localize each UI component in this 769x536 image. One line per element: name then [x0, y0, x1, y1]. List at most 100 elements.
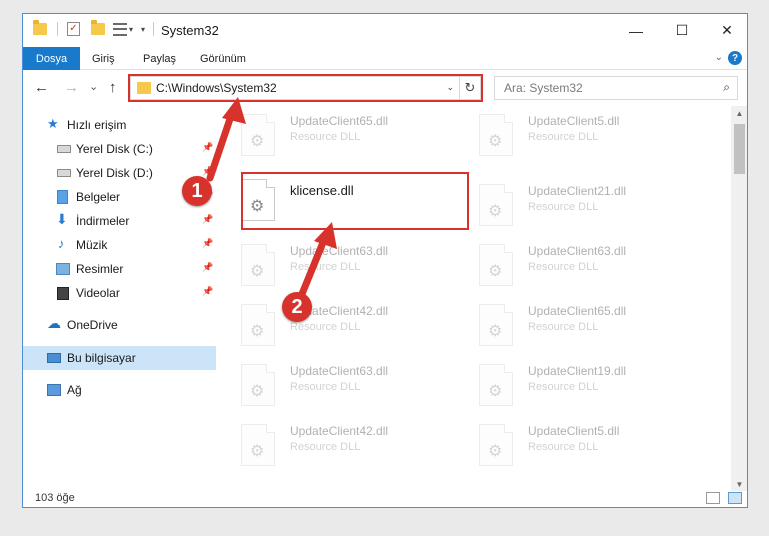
properties-icon[interactable] — [113, 22, 127, 36]
dll-file-icon: ⚙ — [479, 114, 513, 156]
maximize-button[interactable]: ☐ — [659, 14, 705, 47]
folder-icon[interactable] — [33, 20, 47, 35]
file-item[interactable]: ⚙ UpdateClient42.dll Resource DLL — [223, 416, 453, 468]
file-item[interactable]: ⚙ UpdateClient63.dll Resource DLL — [223, 236, 453, 288]
address-highlight-box — [128, 74, 483, 102]
cloud-icon: ☁ — [47, 315, 61, 331]
customize-quick-access-icon[interactable]: ▾ — [141, 25, 145, 34]
file-name: UpdateClient65.dll — [528, 304, 627, 318]
pictures-icon — [56, 263, 70, 275]
sidebar-item-label: Belgeler — [76, 190, 121, 204]
properties-check-icon[interactable]: ✓ — [67, 22, 80, 36]
sidebar-item-label: Müzik — [76, 238, 108, 252]
ribbon: Dosya Giriş Paylaş Görünüm ⌄ ? — [23, 47, 747, 70]
file-name: UpdateClient19.dll — [528, 364, 627, 378]
videos-icon — [57, 287, 69, 300]
separator — [153, 22, 155, 36]
drive-icon — [57, 145, 71, 153]
file-item[interactable]: ⚙ UpdateClient65.dll Resource DLL — [461, 296, 691, 348]
chevron-down-icon[interactable]: ▾ — [129, 25, 133, 34]
navigation-pane: ★ Hızlı erişim Yerel Disk (C:) 📌 Yerel D… — [23, 106, 216, 491]
dll-file-icon: ⚙ — [241, 244, 275, 286]
details-view-icon[interactable] — [706, 492, 720, 504]
large-icons-view-icon[interactable] — [728, 492, 742, 504]
file-type: Resource DLL — [528, 261, 599, 273]
search-box[interactable]: Ara: System32 ⌕ — [494, 76, 738, 100]
separator — [57, 22, 58, 36]
back-button[interactable]: ← — [34, 79, 49, 96]
sidebar-item-label: İndirmeler — [76, 214, 130, 228]
sidebar-item-quick-access[interactable]: ★ Hızlı erişim — [23, 113, 216, 137]
sidebar-item-videos[interactable]: Videolar 📌 — [23, 281, 216, 305]
file-highlight-box — [241, 172, 469, 230]
pin-icon: 📌 — [202, 166, 214, 176]
gear-icon: ⚙ — [488, 263, 503, 280]
file-name: UpdateClient21.dll — [528, 184, 627, 198]
pin-icon: 📌 — [202, 214, 214, 224]
tab-file[interactable]: Dosya — [23, 47, 80, 70]
file-name: UpdateClient42.dll — [290, 424, 389, 438]
help-icon[interactable]: ? — [728, 51, 742, 65]
file-type: Resource DLL — [290, 321, 361, 333]
sidebar-item-onedrive[interactable]: ☁ OneDrive — [23, 313, 216, 337]
scroll-down-arrow-icon[interactable]: ▼ — [731, 477, 747, 491]
sidebar-item-local-disk-c[interactable]: Yerel Disk (C:) 📌 — [23, 137, 216, 161]
gear-icon: ⚙ — [250, 323, 265, 340]
sidebar-item-label: Yerel Disk (D:) — [76, 166, 153, 180]
network-icon — [47, 384, 61, 396]
file-item[interactable]: ⚙ UpdateClient5.dll Resource DLL — [461, 416, 691, 468]
gear-icon: ⚙ — [488, 443, 503, 460]
gear-icon: ⚙ — [250, 263, 265, 280]
sidebar-item-this-pc[interactable]: Bu bilgisayar — [23, 346, 216, 370]
tab-share[interactable]: Paylaş — [143, 47, 176, 70]
file-name: UpdateClient63.dll — [290, 244, 389, 258]
file-name: UpdateClient63.dll — [528, 244, 627, 258]
expand-ribbon-icon[interactable]: ⌄ — [715, 52, 723, 63]
pin-icon: 📌 — [202, 286, 214, 296]
gear-icon: ⚙ — [250, 443, 265, 460]
file-type: Resource DLL — [528, 131, 599, 143]
dll-file-icon: ⚙ — [241, 424, 275, 466]
title-bar: ✓ ▾ ▾ System32 — ☐ ✕ — [23, 14, 747, 47]
close-button[interactable]: ✕ — [704, 14, 747, 47]
sidebar-item-downloads[interactable]: ⬇ İndirmeler 📌 — [23, 209, 216, 233]
search-icon[interactable]: ⌕ — [723, 80, 730, 95]
file-item[interactable]: ⚙ UpdateClient63.dll Resource DLL — [223, 356, 453, 408]
pin-icon: 📌 — [202, 142, 214, 152]
file-type: Resource DLL — [528, 381, 599, 393]
gear-icon: ⚙ — [488, 203, 503, 220]
sidebar-item-music[interactable]: ♪ Müzik 📌 — [23, 233, 216, 257]
file-item[interactable]: ⚙ UpdateClient5.dll Resource DLL — [461, 106, 691, 158]
pin-icon: 📌 — [202, 238, 214, 248]
tab-view[interactable]: Görünüm — [200, 47, 246, 70]
window-title: System32 — [161, 23, 219, 38]
sidebar-item-label: Bu bilgisayar — [67, 351, 136, 365]
pin-icon: 📌 — [202, 262, 214, 272]
file-item[interactable]: ⚙ UpdateClient65.dll Resource DLL — [223, 106, 453, 158]
sidebar-item-pictures[interactable]: Resimler 📌 — [23, 257, 216, 281]
file-item[interactable]: ⚙ UpdateClient21.dll Resource DLL — [461, 176, 691, 228]
up-button[interactable]: ↑ — [109, 79, 117, 96]
recent-locations-button[interactable]: ⌄ — [89, 80, 98, 93]
file-type: Resource DLL — [528, 201, 599, 213]
scrollbar-thumb[interactable] — [734, 124, 745, 174]
file-name: UpdateClient63.dll — [290, 364, 389, 378]
step-1-badge: 1 — [182, 176, 212, 206]
file-type: Resource DLL — [528, 441, 599, 453]
vertical-scrollbar[interactable]: ▲ ▼ — [731, 106, 747, 491]
new-folder-icon[interactable] — [91, 20, 105, 35]
minimize-button[interactable]: — — [613, 14, 659, 47]
file-item[interactable]: ⚙ UpdateClient63.dll Resource DLL — [461, 236, 691, 288]
file-type: Resource DLL — [290, 381, 361, 393]
file-item[interactable]: ⚙ UpdateClient42.dll Resource DLL — [223, 296, 453, 348]
forward-button[interactable]: → — [64, 79, 79, 96]
file-item[interactable]: ⚙ UpdateClient19.dll Resource DLL — [461, 356, 691, 408]
dll-file-icon: ⚙ — [241, 364, 275, 406]
star-icon: ★ — [47, 116, 59, 131]
gear-icon: ⚙ — [250, 383, 265, 400]
sidebar-item-network[interactable]: Ağ — [23, 378, 216, 402]
scroll-up-arrow-icon[interactable]: ▲ — [731, 106, 747, 120]
tab-home[interactable]: Giriş — [92, 47, 115, 70]
dll-file-icon: ⚙ — [479, 244, 513, 286]
sidebar-item-label: Resimler — [76, 262, 124, 276]
